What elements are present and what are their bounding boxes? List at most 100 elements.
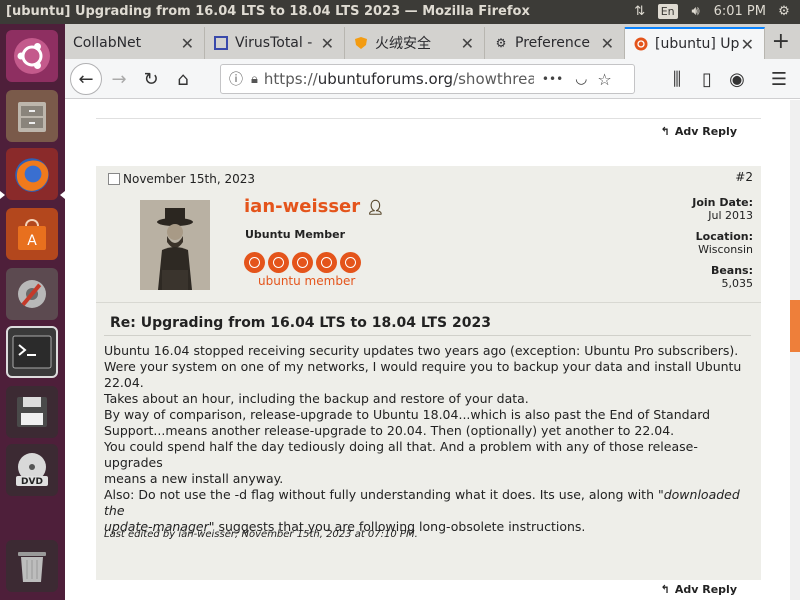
post-number-link[interactable]: #2 [735, 170, 753, 184]
bookmark-star-icon[interactable]: ☆ [597, 70, 611, 89]
post-paragraph-3: Also: Do not use the -d flag without ful… [104, 487, 754, 535]
url-prefix: https:// [263, 70, 318, 88]
previous-post-footer: ↰ Adv Reply [96, 118, 761, 142]
close-icon[interactable]: ✕ [741, 35, 754, 54]
reply-arrow-icon: ↰ [660, 125, 670, 138]
sidebar-icon[interactable]: ▯ [693, 65, 721, 93]
terminal-button[interactable] [6, 326, 58, 378]
text-line: By way of comparison, release-upgrade to… [104, 407, 711, 422]
adv-reply-button[interactable]: ↰ Adv Reply [661, 125, 737, 138]
clock[interactable]: 6:01 PM [714, 4, 766, 19]
tab-label: [ubuntu] Up [655, 36, 740, 52]
svg-text:A: A [27, 233, 37, 249]
url-host: ubuntuforums.org [317, 70, 454, 88]
tab-collabnet[interactable]: CollabNet ✕ [65, 27, 205, 59]
text-line: means a new install anyway. [104, 471, 284, 486]
firefox-button[interactable] [6, 148, 58, 200]
pocket-icon[interactable]: ◡ [575, 71, 587, 87]
svg-text:DVD: DVD [21, 477, 43, 487]
adv-reply-button[interactable]: ↰ Adv Reply [661, 583, 737, 596]
forward-arrow-icon[interactable]: → [105, 65, 133, 93]
last-edited-note: Last edited by ian-weisser; November 15t… [104, 529, 418, 540]
software-center-button[interactable]: A [6, 208, 58, 260]
adv-reply-label: Adv Reply [674, 583, 737, 596]
post-paragraph-1: Ubuntu 16.04 stopped receiving security … [104, 343, 754, 407]
user-rank: ubuntu member [258, 274, 356, 288]
beans: Beans: 5,035 [711, 264, 753, 290]
new-tab-plus-icon[interactable]: + [772, 29, 790, 54]
ubuntu-badge-icon [268, 252, 289, 273]
post-date: November 15th, 2023 [123, 172, 255, 186]
join-date: Join Date: Jul 2013 [692, 196, 753, 222]
ubuntu-icon [633, 36, 649, 52]
user-status-icon: 👤︎ [366, 200, 385, 216]
tab-ubuntu-forums[interactable]: [ubuntu] Up ✕ [625, 27, 765, 59]
close-icon[interactable]: ✕ [321, 34, 334, 53]
unity-launcher: A DVD [0, 24, 65, 600]
menu-hamburger-icon[interactable]: ☰ [765, 65, 793, 93]
library-icon[interactable]: ⫼ [663, 65, 691, 93]
back-arrow-icon[interactable]: ← [70, 63, 102, 95]
dvd-drive-button[interactable]: DVD [6, 444, 58, 496]
lock-icon: 🔒︎ [251, 71, 258, 87]
close-icon[interactable]: ✕ [461, 34, 474, 53]
system-top-bar: [ubuntu] Upgrading from 16.04 LTS to 18.… [0, 0, 800, 24]
files-button[interactable] [6, 90, 58, 142]
location-value: Wisconsin [698, 243, 753, 256]
account-icon[interactable]: ◉ [723, 65, 751, 93]
scrollbar-thumb[interactable] [790, 300, 800, 352]
reply-arrow-icon: ↰ [660, 583, 670, 596]
network-arrows-icon[interactable]: ⇅ [632, 3, 648, 19]
floppy-disk-icon [17, 397, 47, 427]
close-icon[interactable]: ✕ [601, 34, 614, 53]
home-icon[interactable]: ⌂ [169, 65, 197, 93]
post-body: Re: Upgrading from 16.04 LTS to 18.04 LT… [96, 302, 761, 580]
tab-label: 火绒安全 [375, 36, 431, 52]
navigation-toolbar: ← → ↻ ⌂ ⓘ 🔒︎ https://ubuntuforums.org/sh… [65, 59, 800, 99]
trash-button[interactable] [6, 540, 58, 592]
page-actions-icon[interactable]: ••• [542, 72, 563, 86]
post-header: November 15th, 2023 #2 [96, 166, 761, 190]
reload-icon[interactable]: ↻ [137, 65, 165, 93]
save-disk-button[interactable] [6, 386, 58, 438]
ubuntu-badge-icon [340, 252, 361, 273]
tab-strip: CollabNet ✕ VirusTotal - ✕ 火绒安全 ✕ ⚙ Pref… [65, 24, 800, 59]
ubuntu-dash-button[interactable] [6, 30, 58, 82]
system-tray: ⇅ En 🔊︎ 6:01 PM ⚙ [632, 3, 792, 19]
shopping-bag-icon: A [18, 219, 46, 250]
text-line: Takes about an hour, including the backu… [104, 391, 529, 406]
join-date-value: Jul 2013 [708, 209, 753, 222]
text-line: Support...means another release-upgrade … [104, 423, 675, 438]
url-path: /showthread [453, 70, 534, 88]
tab-huorong[interactable]: 火绒安全 ✕ [345, 27, 485, 59]
tab-label: CollabNet [73, 35, 142, 51]
system-settings-button[interactable] [6, 268, 58, 320]
reputation-badges [244, 252, 361, 273]
ubuntu-logo-icon [14, 38, 50, 74]
beans-value: 5,035 [721, 277, 754, 290]
post-select-checkbox[interactable] [108, 173, 120, 185]
location-label: Location: [695, 230, 753, 243]
window-title: [ubuntu] Upgrading from 16.04 LTS to 18.… [6, 4, 530, 19]
keyboard-layout-indicator[interactable]: En [657, 3, 678, 19]
scrollbar[interactable] [790, 100, 800, 600]
text-segment: Also: Do not use the -d flag without ful… [104, 487, 664, 502]
url-text[interactable]: https://ubuntuforums.org/showthread [264, 70, 534, 88]
tab-virustotal[interactable]: VirusTotal - ✕ [205, 27, 345, 59]
url-bar[interactable]: ⓘ 🔒︎ https://ubuntuforums.org/showthread… [220, 64, 635, 94]
power-gear-icon[interactable]: ⚙ [776, 3, 792, 19]
post-footer: ↰ Adv Reply [96, 580, 761, 600]
volume-icon[interactable]: 🔊︎ [688, 3, 704, 19]
site-info-icon[interactable]: ⓘ [229, 69, 243, 89]
username-link[interactable]: ian-weisser 👤︎ [244, 196, 384, 217]
text-line: Ubuntu 16.04 stopped receiving security … [104, 343, 739, 358]
close-icon[interactable]: ✕ [181, 34, 194, 53]
forum-post: November 15th, 2023 #2 ian-weisser 👤︎ Ub… [96, 166, 761, 580]
gear-icon: ⚙ [495, 36, 507, 50]
ubuntu-badge-icon [316, 252, 337, 273]
tab-preferences[interactable]: ⚙ Preference ✕ [485, 27, 625, 59]
adv-reply-label: Adv Reply [674, 125, 737, 138]
join-date-label: Join Date: [692, 196, 753, 209]
dvd-icon: DVD [16, 453, 48, 487]
avatar[interactable] [140, 200, 210, 290]
